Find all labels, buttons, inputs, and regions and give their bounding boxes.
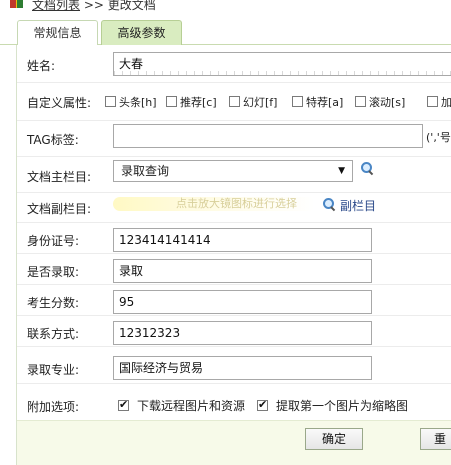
checkbox[interactable] bbox=[166, 96, 177, 107]
ok-button[interactable]: 确定 bbox=[305, 428, 363, 450]
admitted-label: 是否录取: bbox=[27, 265, 80, 279]
breadcrumb: 文档列表 >> 更改文档 bbox=[0, 0, 451, 14]
book-icon bbox=[10, 0, 23, 8]
attr-recommend[interactable]: 推荐[c] bbox=[166, 94, 217, 110]
tab-bar: 常规信息 高级参数 bbox=[0, 20, 451, 45]
checkbox[interactable] bbox=[427, 96, 438, 107]
row-main-column: 文档主栏目: 录取查询 ▼ bbox=[17, 157, 451, 193]
row-name: 姓名: 大春 bbox=[17, 45, 451, 83]
form-footer: 确定 重置 bbox=[17, 420, 451, 465]
extras-label: 附加选项: bbox=[27, 400, 80, 414]
attr-slideshow[interactable]: 幻灯[f] bbox=[229, 94, 277, 110]
name-label: 姓名: bbox=[27, 59, 56, 73]
row-contact: 联系方式: 12312323 bbox=[17, 316, 451, 347]
reset-button[interactable]: 重置 bbox=[420, 428, 451, 450]
tags-label: TAG标签: bbox=[27, 133, 79, 147]
option-download-remote[interactable]: 下载远程图片和资源 bbox=[118, 397, 245, 414]
row-admitted: 是否录取: 录取 bbox=[17, 254, 451, 285]
id-number-label: 身份证号: bbox=[27, 234, 80, 248]
contact-input[interactable]: 12312323 bbox=[113, 321, 372, 345]
sub-column-hint: 点击放大镜图标进行选择 bbox=[113, 197, 315, 211]
main-column-select[interactable]: 录取查询 ▼ bbox=[113, 160, 353, 182]
checkbox[interactable] bbox=[105, 96, 116, 107]
checkbox[interactable] bbox=[355, 96, 366, 107]
id-number-input[interactable]: 123414141414 bbox=[113, 228, 372, 252]
row-major: 录取专业: 国际经济与贸易 bbox=[17, 347, 451, 384]
breadcrumb-separator: >> bbox=[83, 0, 104, 12]
sub-column-link[interactable]: 副栏目 bbox=[340, 197, 376, 214]
option-first-image-thumb[interactable]: 提取第一个图片为缩略图 bbox=[257, 397, 408, 414]
tags-note: (','号 bbox=[426, 131, 451, 144]
attr-more[interactable]: 加 bbox=[427, 94, 451, 110]
checkbox-checked[interactable] bbox=[257, 398, 268, 411]
major-label: 录取专业: bbox=[27, 363, 80, 377]
edit-form: 姓名: 大春 自定义属性: 头条[h] 推荐[c] 幻灯[f] 特荐[a] 滚动… bbox=[16, 45, 451, 465]
row-score: 考生分数: 95 bbox=[17, 285, 451, 316]
score-label: 考生分数: bbox=[27, 296, 80, 310]
admitted-input[interactable]: 录取 bbox=[113, 259, 372, 283]
tab-general-info[interactable]: 常规信息 bbox=[17, 20, 98, 45]
score-input[interactable]: 95 bbox=[113, 290, 372, 314]
breadcrumb-current: 更改文档 bbox=[107, 0, 156, 12]
row-extras: 附加选项: 下载远程图片和资源 提取第一个图片为缩略图 bbox=[17, 384, 451, 420]
row-attributes: 自定义属性: 头条[h] 推荐[c] 幻灯[f] 特荐[a] 滚动[s] 加 bbox=[17, 83, 451, 121]
row-id-number: 身份证号: 123414141414 bbox=[17, 223, 451, 254]
search-icon[interactable] bbox=[360, 161, 374, 175]
checkbox[interactable] bbox=[292, 96, 303, 107]
dropdown-arrow-icon: ▼ bbox=[338, 166, 345, 176]
attribute-options: 头条[h] 推荐[c] 幻灯[f] 特荐[a] 滚动[s] 加 bbox=[105, 94, 451, 110]
breadcrumb-list-link[interactable]: 文档列表 bbox=[32, 0, 80, 12]
attr-scroll[interactable]: 滚动[s] bbox=[355, 94, 405, 110]
main-column-label: 文档主栏目: bbox=[27, 170, 92, 184]
tags-input[interactable] bbox=[113, 124, 423, 148]
tab-advanced-params[interactable]: 高级参数 bbox=[101, 20, 182, 45]
search-icon[interactable] bbox=[322, 197, 336, 211]
checkbox[interactable] bbox=[229, 96, 240, 107]
attributes-label: 自定义属性: bbox=[27, 96, 92, 110]
row-tags: TAG标签: (','号 bbox=[17, 121, 451, 157]
row-sub-column: 文档副栏目: 点击放大镜图标进行选择 副栏目 bbox=[17, 193, 451, 223]
attr-special[interactable]: 特荐[a] bbox=[292, 94, 343, 110]
sub-column-label: 文档副栏目: bbox=[27, 202, 92, 216]
major-input[interactable]: 国际经济与贸易 bbox=[113, 356, 372, 380]
contact-label: 联系方式: bbox=[27, 327, 80, 341]
attr-headline[interactable]: 头条[h] bbox=[105, 94, 157, 110]
name-input[interactable]: 大春 bbox=[113, 52, 451, 76]
checkbox-checked[interactable] bbox=[118, 398, 129, 411]
